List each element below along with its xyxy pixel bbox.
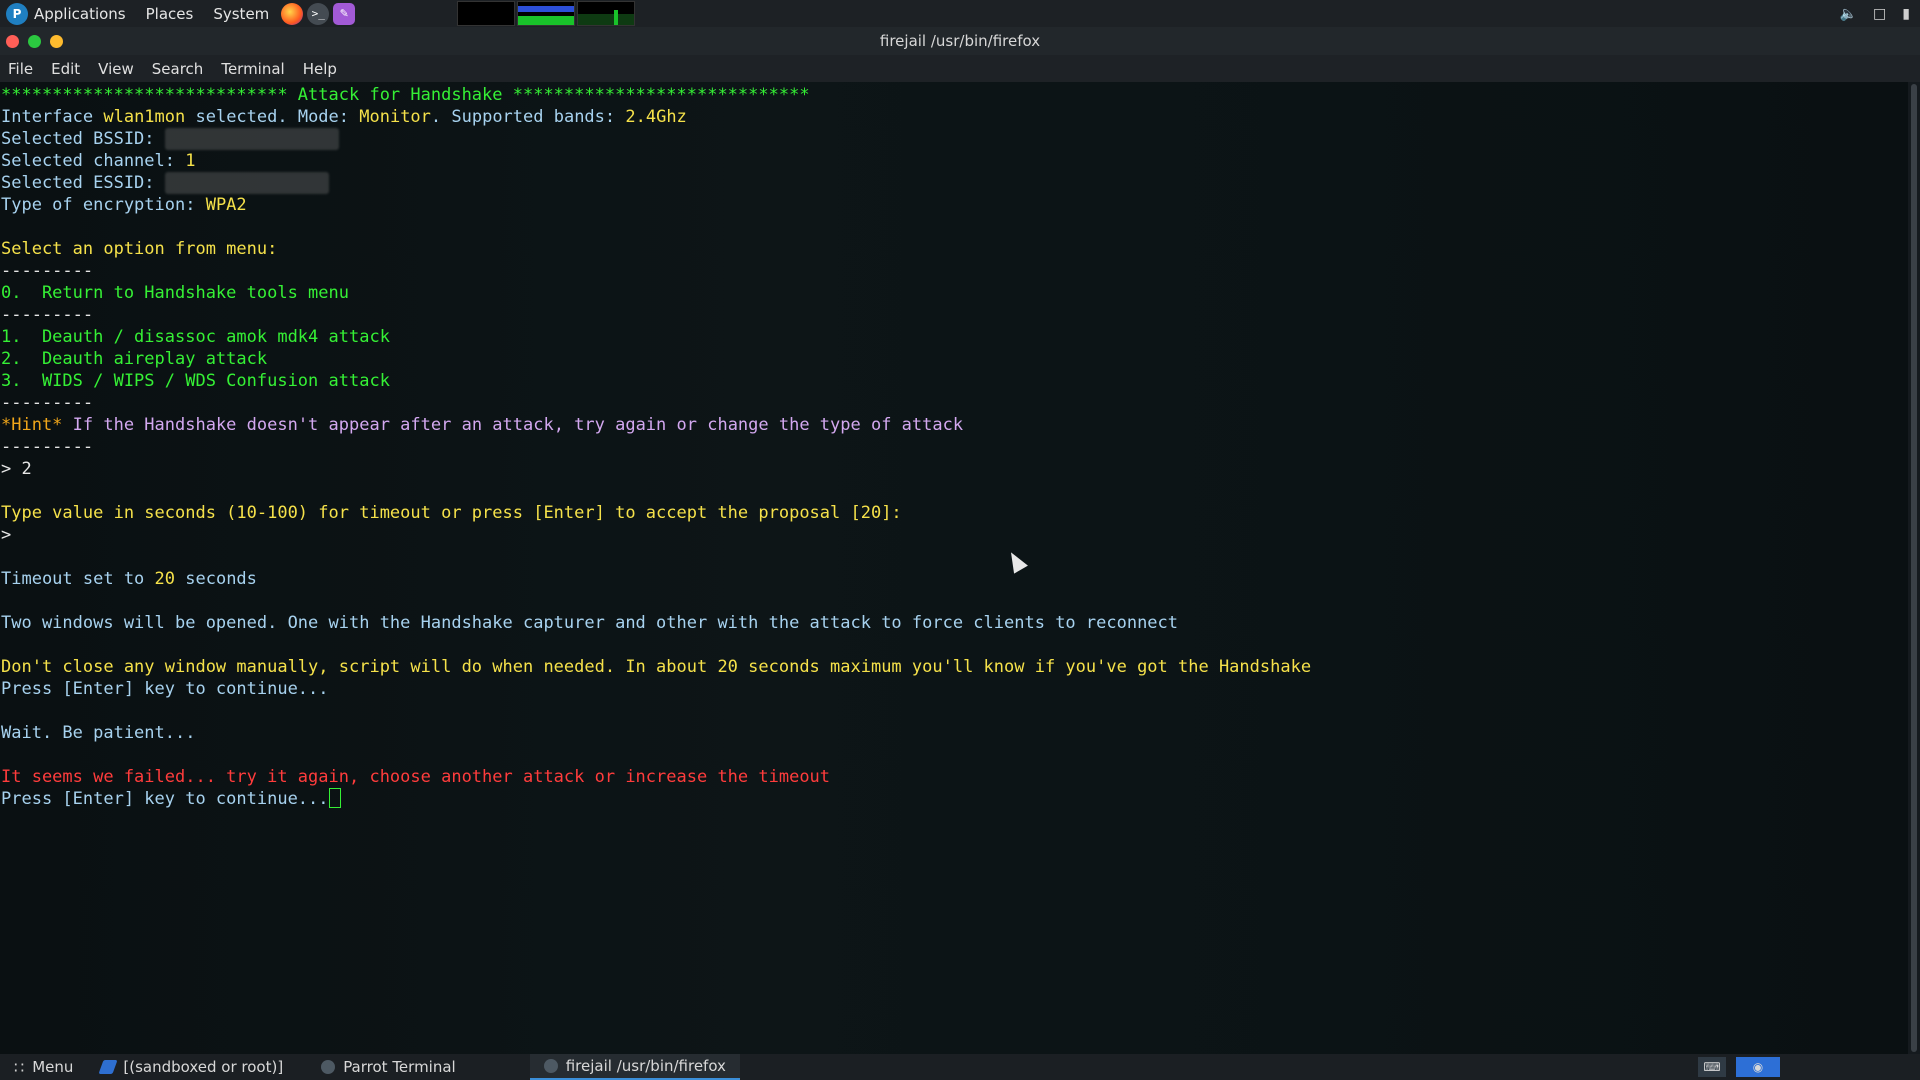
menu-search[interactable]: Search	[152, 60, 204, 78]
grid-menu-icon: ∷	[14, 1057, 25, 1077]
task-firejail-firefox[interactable]: firejail /usr/bin/firefox	[529, 1054, 740, 1080]
places-menu[interactable]: Places	[136, 0, 204, 27]
battery-icon[interactable]: ▮	[1902, 6, 1910, 22]
encryption-line: Type of encryption: WPA2	[1, 195, 247, 215]
ghost-line	[1, 216, 1907, 238]
keyboard-icon[interactable]: ⌨	[1698, 1057, 1726, 1077]
option-1: 1. Deauth / disassoc amok mdk4 attack	[1, 327, 390, 347]
applications-menu[interactable]: P Applications	[0, 0, 136, 27]
channel-line: Selected channel: 1	[1, 151, 196, 171]
timeout-prompt: Type value in seconds (10-100) for timeo…	[1, 503, 902, 523]
workspace-switcher	[457, 1, 636, 26]
terminal-icon	[543, 1059, 558, 1073]
terminal-menubar: File Edit View Search Terminal Help	[0, 55, 1920, 82]
timeout-set-line: Timeout set to 20 seconds	[1, 569, 257, 589]
close-window-button[interactable]	[6, 34, 19, 48]
menu-view[interactable]: View	[98, 60, 134, 78]
essid-line: Selected ESSID: XXXXXXXXXXXXXXXX	[1, 172, 1907, 194]
window-titlebar[interactable]: firejail /usr/bin/firefox	[0, 27, 1920, 55]
interface-line: Interface wlan1mon selected. Mode: Monit…	[1, 107, 687, 127]
system-tray: 🔈 □ ▮	[1840, 6, 1920, 22]
separator-4: ---------	[1, 437, 94, 457]
applications-label: Applications	[34, 4, 126, 23]
volume-icon[interactable]: 🔈	[1840, 6, 1857, 22]
task-sandboxed[interactable]: [(sandboxed or root)]	[87, 1054, 297, 1080]
prompt-symbol: >	[1, 525, 12, 545]
terminal-scrollbar[interactable]	[1908, 82, 1920, 1054]
failed-line: It seems we failed... try it again, choo…	[1, 767, 831, 787]
parrot-logo-icon: P	[6, 2, 28, 25]
minimize-window-button[interactable]	[50, 34, 63, 48]
attack-header: **************************** Attack for …	[1, 85, 810, 105]
taskbar-tray: ⌨ ◉	[1698, 1057, 1920, 1077]
bottom-taskbar: ∷ Menu [(sandboxed or root)] Parrot Term…	[0, 1054, 1920, 1080]
task-parrot-terminal[interactable]: Parrot Terminal	[307, 1054, 470, 1080]
separator-2: ---------	[1, 305, 94, 325]
terminal-icon	[321, 1060, 336, 1074]
maximize-window-button[interactable]	[28, 34, 41, 48]
menu-help[interactable]: Help	[303, 60, 337, 78]
two-windows-line: Two windows will be opened. One with the…	[1, 613, 1179, 633]
separator-1: ---------	[1, 261, 94, 281]
dont-close-line: Don't close any window manually, script …	[1, 657, 1312, 677]
press-enter-line-2: Press [Enter] key to continue...	[1, 788, 1907, 810]
workspace-1[interactable]	[457, 1, 516, 26]
wait-line: Wait. Be patient...	[1, 723, 196, 743]
text-cursor	[328, 788, 341, 808]
display-icon[interactable]: □	[1873, 6, 1886, 22]
terminal-window: firejail /usr/bin/firefox File Edit View…	[0, 27, 1920, 1054]
menu-label: Menu	[32, 1058, 74, 1076]
separator-3: ---------	[1, 393, 94, 413]
firefox-launcher-icon[interactable]	[281, 2, 304, 25]
redacted-bssid: XX:XX:XX:XX:XX:XX	[164, 128, 339, 150]
terminal-output[interactable]: **************************** Attack for …	[0, 82, 1908, 1054]
pen-icon	[98, 1060, 118, 1074]
system-menu[interactable]: System	[203, 0, 279, 27]
window-title: firejail /usr/bin/firefox	[879, 32, 1041, 50]
user-choice: > 2	[1, 459, 32, 479]
top-panel: P Applications Places System >_ ✎ 🔈 □ ▮	[0, 0, 1920, 27]
text-editor-launcher-icon[interactable]: ✎	[333, 2, 356, 25]
press-enter-line: Press [Enter] key to continue...	[1, 679, 329, 699]
start-menu-button[interactable]: ∷ Menu	[0, 1054, 87, 1080]
menu-file[interactable]: File	[8, 60, 33, 78]
menu-terminal[interactable]: Terminal	[221, 60, 284, 78]
redacted-essid: XXXXXXXXXXXXXXXX	[164, 172, 329, 194]
menu-prompt: Select an option from menu:	[1, 239, 278, 259]
terminal-tray-icon[interactable]: ◉	[1736, 1057, 1780, 1077]
bssid-line: Selected BSSID: XX:XX:XX:XX:XX:XX	[1, 128, 1907, 150]
option-3: 3. WIDS / WIPS / WDS Confusion attack	[1, 371, 390, 391]
option-0: 0. Return to Handshake tools menu	[1, 283, 349, 303]
menu-edit[interactable]: Edit	[51, 60, 80, 78]
option-2: 2. Deauth aireplay attack	[1, 349, 268, 369]
workspace-2[interactable]	[517, 1, 576, 26]
terminal-launcher-icon[interactable]: >_	[307, 2, 330, 25]
workspace-3[interactable]	[577, 1, 636, 26]
hint-line: *Hint* If the Handshake doesn't appear a…	[1, 415, 964, 435]
